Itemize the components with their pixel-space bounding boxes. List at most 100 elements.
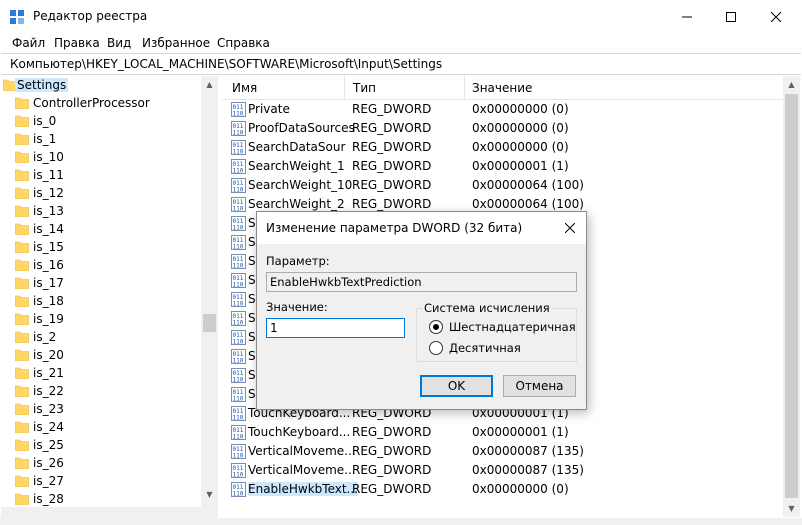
tree-item[interactable]: is_2 [1, 328, 201, 346]
column-name-header[interactable]: Имя [232, 81, 257, 95]
tree-item[interactable]: is_25 [1, 436, 201, 454]
list-row[interactable]: 011 110 ProofDataSources REG_DWORD 0x0000000… [222, 119, 784, 138]
menu-file[interactable]: Файл [12, 36, 45, 50]
scroll-down-arrow-icon[interactable]: ▼ [201, 486, 218, 503]
svg-text:110: 110 [233, 396, 244, 403]
tree-item-label: is_13 [33, 204, 64, 218]
svg-text:110: 110 [233, 149, 244, 156]
folder-icon [15, 403, 29, 415]
tree-item[interactable]: is_24 [1, 418, 201, 436]
tree-item[interactable]: is_21 [1, 364, 201, 382]
tree-item[interactable]: is_11 [1, 166, 201, 184]
folder-icon [15, 151, 29, 163]
tree-item[interactable]: is_22 [1, 382, 201, 400]
tree-item[interactable]: is_12 [1, 184, 201, 202]
list-row[interactable]: 011 110 SearchDataSour REG_DWORD 0x00000000 … [222, 138, 784, 157]
dec-radio-label[interactable]: Десятичная [449, 341, 521, 355]
tree-item[interactable]: is_14 [1, 220, 201, 238]
column-type-header[interactable]: Тип [353, 81, 376, 95]
list-row[interactable]: 011 110 VerticalMoveme... REG_DWORD 0x000000… [222, 442, 784, 461]
list-row[interactable]: 011 110 SearchWeight_10 REG_DWORD 0x00000064… [222, 176, 784, 195]
menu-edit[interactable]: Правка [54, 36, 100, 50]
svg-text:110: 110 [233, 168, 244, 175]
scroll-up-arrow-icon[interactable]: ▲ [201, 76, 218, 93]
list-row[interactable]: 011 110 VerticalMoveme... REG_DWORD 0x000000… [222, 461, 784, 480]
value-data: 0x00000064 (100) [472, 178, 584, 192]
tree-item[interactable]: is_23 [1, 400, 201, 418]
tree-item-label: is_16 [33, 258, 64, 272]
tree-item-label: is_0 [33, 114, 57, 128]
list-scrollbar[interactable]: ▲ ▼ [783, 76, 800, 517]
folder-icon [15, 205, 29, 217]
tree-scrollbar[interactable]: ▲ ▼ [201, 76, 218, 507]
folder-icon [15, 385, 29, 397]
column-value-header[interactable]: Значение [472, 81, 532, 95]
dec-radio[interactable] [429, 341, 443, 355]
reg-dword-icon: 011110 [231, 463, 246, 478]
list-row[interactable]: 011 110 Private REG_DWORD 0x00000000 (0) [222, 100, 784, 119]
list-header: Имя Тип Значение [222, 76, 784, 100]
key-tree[interactable]: Settings ControllerProcessor is_0 is_1 is_1… [1, 76, 218, 507]
tree-item[interactable]: is_27 [1, 472, 201, 490]
folder-icon [15, 349, 29, 361]
list-row[interactable]: 011 110 TouchKeyboard... REG_DWORD 0x0000000… [222, 423, 784, 442]
folder-icon [15, 259, 29, 271]
list-row[interactable]: 011 110 SearchWeight_1 REG_DWORD 0x00000001 … [222, 157, 784, 176]
scroll-up-arrow-icon[interactable]: ▲ [783, 76, 800, 93]
tree-item[interactable]: is_13 [1, 202, 201, 220]
hex-radio[interactable] [429, 320, 443, 334]
folder-icon [15, 313, 29, 325]
svg-text:110: 110 [233, 339, 244, 346]
tree-item[interactable]: is_28 [1, 490, 201, 507]
minimize-icon [682, 16, 692, 17]
tree-item-label: is_2 [33, 330, 57, 344]
tree-item[interactable]: is_26 [1, 454, 201, 472]
tree-item[interactable]: is_18 [1, 292, 201, 310]
ok-button[interactable]: OK [420, 375, 493, 397]
cancel-button[interactable]: Отмена [503, 375, 576, 397]
tree-item-selected[interactable]: Settings [1, 76, 201, 94]
tree-item-label: is_23 [33, 402, 64, 416]
scroll-down-arrow-icon[interactable]: ▼ [783, 500, 800, 517]
tree-item[interactable]: is_0 [1, 112, 201, 130]
folder-icon [15, 97, 29, 109]
menu-view[interactable]: Вид [107, 36, 131, 50]
reg-dword-icon: 011110 [231, 482, 246, 497]
address-bar[interactable]: Компьютер\HKEY_LOCAL_MACHINE\SOFTWARE\Mi… [1, 53, 801, 75]
base-label: Система исчисления [422, 301, 552, 315]
reg-dword-icon: 011110 [231, 349, 246, 364]
value-type: REG_DWORD [352, 159, 432, 173]
reg-dword-icon: 011110 [231, 159, 246, 174]
value-type: REG_DWORD [352, 197, 432, 211]
svg-text:110: 110 [233, 130, 244, 137]
tree-item-label: is_1 [33, 132, 57, 146]
tree-item-label: is_28 [33, 492, 64, 506]
tree-item[interactable]: is_15 [1, 238, 201, 256]
tree-item[interactable]: is_1 [1, 130, 201, 148]
tree-item[interactable]: is_16 [1, 256, 201, 274]
tree-item[interactable]: ControllerProcessor [1, 94, 201, 112]
menu-favorites[interactable]: Избранное [142, 36, 210, 50]
menu-help[interactable]: Справка [217, 36, 270, 50]
close-button[interactable] [753, 0, 799, 33]
tree-item[interactable]: is_20 [1, 346, 201, 364]
scroll-thumb[interactable] [785, 94, 798, 498]
tree-item[interactable]: is_19 [1, 310, 201, 328]
window-title: Редактор реестра [33, 9, 148, 23]
folder-icon [15, 457, 29, 469]
value-type: REG_DWORD [352, 463, 432, 477]
scroll-thumb[interactable] [203, 314, 216, 332]
column-separator[interactable] [464, 76, 465, 100]
tree-item[interactable]: is_17 [1, 274, 201, 292]
maximize-button[interactable] [708, 0, 754, 33]
maximize-icon [726, 11, 736, 22]
minimize-button[interactable] [664, 0, 710, 33]
menu-bar: Файл Правка Вид Избранное Справка [0, 33, 802, 53]
tree-item[interactable]: is_10 [1, 148, 201, 166]
dialog-close-button[interactable] [554, 212, 586, 244]
value-input[interactable] [266, 318, 405, 338]
hex-radio-label[interactable]: Шестнадцатеричная [449, 320, 576, 334]
reg-dword-icon: 011110 [231, 121, 246, 136]
column-separator[interactable] [344, 76, 345, 100]
list-row[interactable]: 011 110 EnableHwkbText... REG_DWORD 0x000000… [222, 480, 784, 499]
